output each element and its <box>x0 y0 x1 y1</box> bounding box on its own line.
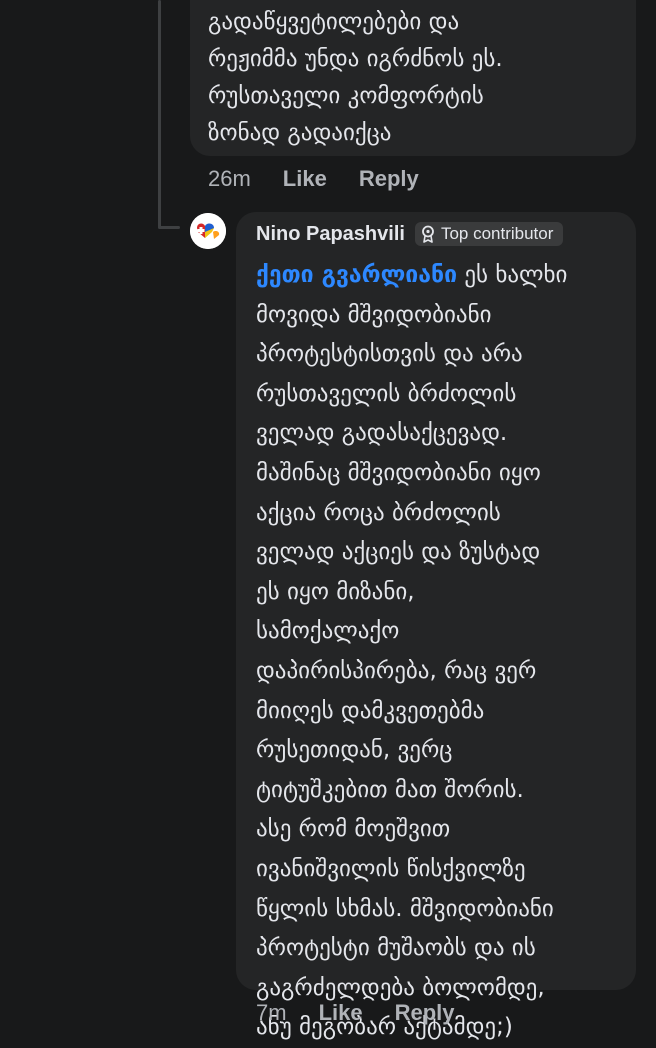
previous-comment-line: რეჟიმმა უნდა იგრძნოს ეს. <box>208 46 503 72</box>
badge-label: Top contributor <box>440 224 554 243</box>
comment-line: მაშინაც მშვიდობიანი იყო <box>256 459 541 486</box>
comment-line: ეს ხალხი <box>457 262 568 288</box>
comment-line: მიიღეს დამკვეთებმა <box>256 697 485 724</box>
author-name[interactable]: Nino Papashvili <box>256 223 405 246</box>
thread-connector-branch <box>158 226 180 229</box>
reply-button[interactable]: Reply <box>395 1000 455 1026</box>
comment-timestamp[interactable]: 26m <box>208 166 251 192</box>
like-button[interactable]: Like <box>283 166 327 192</box>
comment-line: წყლის სხმას. მშვიდობიანი <box>256 895 554 922</box>
comment-line: მოვიდა მშვიდობიანი <box>256 301 492 328</box>
reply-button[interactable]: Reply <box>359 166 419 192</box>
comment-line: პროტესტი მუშაობს და ის <box>256 935 536 962</box>
reply-comment-text: ქეთი გვარლიანი ეს ხალხი მოვიდა მშვიდობია… <box>256 256 626 1048</box>
previous-comment-actions: 26m Like Reply <box>208 166 419 192</box>
comment-line: რუსეთიდან, ვერც <box>256 737 453 764</box>
previous-comment-text: გადაწყვეტილებები და რეჟიმმა უნდა იგრძნოს… <box>208 4 618 152</box>
previous-comment-line: გადაწყვეტილებები და <box>208 9 460 35</box>
comment-line: აქცია როცა ბრძოლის <box>256 499 501 526</box>
thread-connector-line <box>158 0 161 228</box>
comment-line: ველად აქციეს და ზუსტად <box>256 539 541 566</box>
mention-link[interactable]: ქეთი გვარლიანი <box>256 262 457 288</box>
comment-line: ეს იყო მიზანი, <box>256 578 415 605</box>
comment-line: გაგრძელდება ბოლომდე, <box>256 974 545 1001</box>
comment-line: ველად გადასაქცევად. <box>256 420 508 447</box>
contributor-badge-icon <box>422 225 434 243</box>
avatar[interactable] <box>190 213 226 249</box>
like-button[interactable]: Like <box>319 1000 363 1026</box>
comment-timestamp[interactable]: 7m <box>256 1000 287 1026</box>
comment-header: Nino Papashvili Top contributor <box>256 222 564 246</box>
comment-line: ასე რომ მოეშვით <box>256 816 451 843</box>
comment-line: ტიტუშკებით მათ შორის. <box>256 776 524 803</box>
comment-line: სამოქალაქო <box>256 618 400 645</box>
previous-comment-line: რუსთაველი კომფორტის <box>208 83 484 109</box>
top-contributor-badge[interactable]: Top contributor <box>414 222 564 246</box>
previous-comment-line: ზონად გადაიქცა <box>208 120 392 146</box>
comment-line: დაპირისპირება, რაც ვერ <box>256 657 537 684</box>
comment-line: რუსთაველის ბრძოლის <box>256 380 517 407</box>
comment-line: ივანიშვილის წისქვილზე <box>256 855 526 882</box>
avatar-heart-flag-icon <box>190 213 226 249</box>
comment-line: პროტესტისთვის და არა <box>256 341 523 368</box>
reply-comment-actions: 7m Like Reply <box>256 1000 455 1026</box>
